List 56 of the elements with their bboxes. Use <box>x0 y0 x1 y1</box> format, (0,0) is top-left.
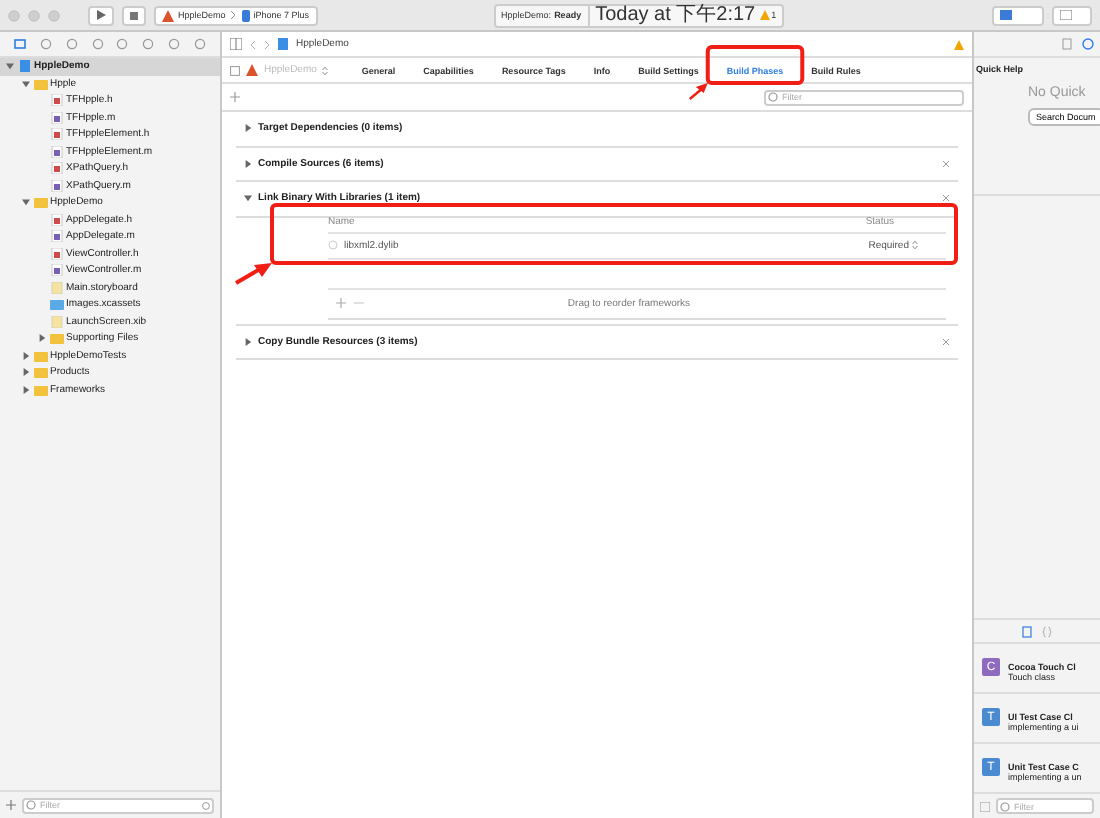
disclosure-triangle[interactable] <box>5 62 13 71</box>
editor-mode-buttons[interactable] <box>992 5 1044 25</box>
chevron-icon <box>229 10 236 20</box>
header-file-icon <box>49 94 63 107</box>
source-file-icon <box>49 145 63 158</box>
stop-button[interactable] <box>122 5 146 25</box>
header-file-icon <box>49 128 63 141</box>
disclosure-triangle[interactable] <box>21 351 29 360</box>
disclosure-triangle[interactable] <box>244 159 252 168</box>
annotation-arrow <box>235 263 272 285</box>
status-time: Today at 下午2:17 <box>587 5 756 25</box>
stepper-arrows-icon <box>912 240 918 250</box>
disclosure-triangle[interactable] <box>21 368 29 377</box>
close-icon[interactable] <box>942 159 950 168</box>
document-icon <box>49 281 63 294</box>
header-file-icon <box>49 213 63 226</box>
add-icon[interactable] <box>6 800 16 810</box>
disclosure-triangle[interactable] <box>244 337 252 346</box>
phone-icon <box>239 9 250 21</box>
help-icon[interactable] <box>1082 38 1094 50</box>
add-icon[interactable] <box>230 92 240 102</box>
project-file-icon <box>278 38 288 50</box>
stepper-arrows-icon <box>322 65 329 75</box>
stop-icon <box>130 11 138 19</box>
disclosure-triangle[interactable] <box>21 79 29 88</box>
disclosure-triangle[interactable] <box>244 194 252 203</box>
disclosure-triangle[interactable] <box>244 124 252 133</box>
add-icon[interactable] <box>336 298 346 308</box>
panel-icon <box>1060 10 1072 20</box>
close-icon[interactable] <box>942 337 950 346</box>
annotation-arrow <box>689 83 708 100</box>
highlight-box <box>705 45 805 85</box>
play-icon <box>96 10 106 20</box>
close-icon[interactable] <box>942 194 950 203</box>
disclosure-triangle[interactable] <box>37 334 45 343</box>
header-file-icon <box>49 162 63 175</box>
file-icon[interactable] <box>1062 38 1072 50</box>
source-file-icon <box>49 230 63 243</box>
sidebar-toggle-icon[interactable] <box>230 65 240 75</box>
run-button[interactable] <box>88 5 114 25</box>
source-file-icon <box>49 264 63 277</box>
grid-icon[interactable] <box>230 38 242 50</box>
source-file-icon <box>49 179 63 192</box>
project-file-icon <box>17 60 31 73</box>
layout-icon <box>1000 10 1012 20</box>
forward-icon[interactable] <box>264 39 270 49</box>
document-icon <box>49 315 63 328</box>
back-icon[interactable] <box>250 39 256 49</box>
header-file-icon <box>49 247 63 260</box>
assistant-buttons[interactable] <box>1052 5 1092 25</box>
file-icon[interactable] <box>1022 625 1032 637</box>
disclosure-triangle[interactable] <box>21 385 29 394</box>
source-file-icon <box>49 111 63 124</box>
grid-icon[interactable] <box>980 801 990 811</box>
braces-icon[interactable] <box>1042 625 1052 637</box>
disclosure-triangle[interactable] <box>21 198 29 207</box>
